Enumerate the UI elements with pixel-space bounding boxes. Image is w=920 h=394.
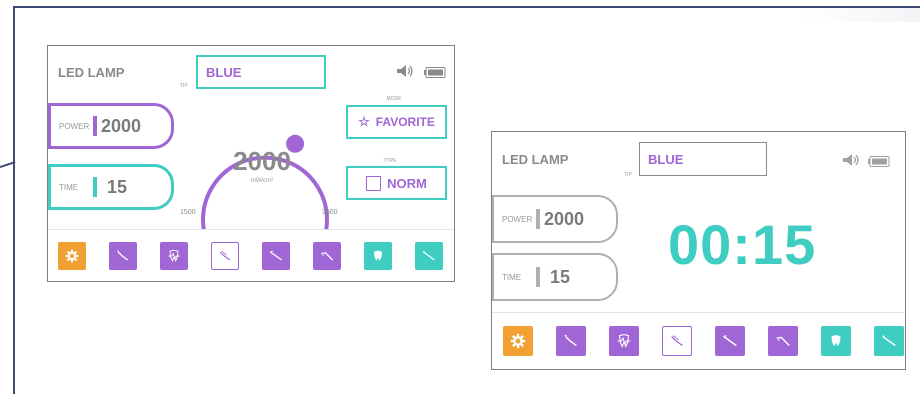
tool-toolbar <box>48 229 454 281</box>
battery-icon <box>424 65 446 83</box>
tool-toolbar <box>492 312 905 369</box>
tip-label: TIP <box>180 83 188 89</box>
settings-gear-icon[interactable] <box>58 241 86 270</box>
led-lamp-tool-icon[interactable] <box>662 326 692 356</box>
led-lamp-screen-power: LED LAMP TIP BLUE POWER 2000 TIME 15 200… <box>47 45 455 282</box>
tip-selector[interactable]: BLUE <box>196 55 326 89</box>
power-control[interactable]: POWER 2000 <box>492 195 618 243</box>
type-label: TYPE <box>383 158 397 164</box>
perio-tool-icon[interactable] <box>415 241 443 270</box>
power-control[interactable]: POWER 2000 <box>48 103 174 149</box>
favorite-star-icon: ☆ <box>358 114 370 129</box>
time-label: TIME <box>59 182 79 192</box>
dial-max-label: 3500 <box>322 209 338 216</box>
tooth-icon[interactable] <box>821 326 851 356</box>
airflow-tool-icon[interactable] <box>768 326 798 356</box>
time-separator <box>93 177 97 197</box>
frame-fade <box>800 8 920 22</box>
tooth-pulse-icon[interactable] <box>160 241 188 270</box>
tip-value: BLUE <box>648 151 684 167</box>
scaler-tool-icon[interactable] <box>262 241 290 270</box>
power-label: POWER <box>59 121 90 131</box>
dial-unit: mW/cm² <box>250 178 274 184</box>
volume-icon[interactable] <box>842 153 860 171</box>
airflow-tool-icon[interactable] <box>313 241 341 270</box>
handpiece-tool-icon[interactable] <box>109 241 137 270</box>
power-value: 2000 <box>544 208 585 229</box>
settings-gear-icon[interactable] <box>503 326 533 356</box>
time-separator <box>536 267 540 287</box>
power-separator <box>93 116 97 136</box>
volume-icon[interactable] <box>396 64 414 82</box>
time-control[interactable]: TIME 15 <box>492 253 618 301</box>
handpiece-tool-icon[interactable] <box>556 326 586 356</box>
power-value: 2000 <box>101 115 142 136</box>
perio-tool-icon[interactable] <box>874 326 904 356</box>
tooth-icon[interactable] <box>364 241 392 270</box>
power-label: POWER <box>502 214 533 224</box>
dial-min-label: 1500 <box>180 209 196 216</box>
screen-title: LED LAMP <box>502 152 569 167</box>
led-lamp-tool-icon[interactable] <box>211 241 239 270</box>
mode-selector[interactable]: ☆ FAVORITE <box>346 105 447 139</box>
type-selector[interactable]: NORM <box>346 166 447 200</box>
scaler-tool-icon[interactable] <box>715 326 745 356</box>
time-value: 15 <box>107 176 128 197</box>
tooth-pulse-icon[interactable] <box>609 326 639 356</box>
battery-icon <box>868 154 890 172</box>
type-checkbox-icon <box>366 175 382 191</box>
time-control[interactable]: TIME 15 <box>48 164 174 210</box>
countdown-timer: 00:15 <box>668 213 817 276</box>
led-lamp-screen-timer: LED LAMP TIP BLUE POWER 2000 TIME 15 00:… <box>491 131 906 370</box>
power-separator <box>536 209 540 229</box>
tip-selector[interactable]: BLUE <box>639 142 767 176</box>
mode-value: FAVORITE <box>375 115 435 129</box>
tip-label: TIP <box>624 172 632 178</box>
time-value: 15 <box>550 266 571 287</box>
tip-value: BLUE <box>206 64 242 80</box>
type-value: NORM <box>387 175 427 191</box>
time-label: TIME <box>502 272 522 282</box>
screen-title: LED LAMP <box>58 65 125 80</box>
mode-label: MODE <box>386 96 402 102</box>
dial-value: 2000 <box>233 146 291 176</box>
